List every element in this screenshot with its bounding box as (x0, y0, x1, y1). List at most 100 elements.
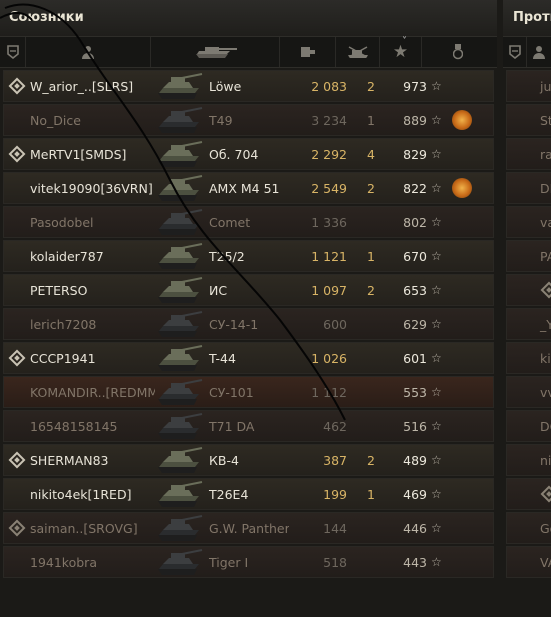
player-row[interactable]: SHERMAN83 КВ-4 387 2 489 ☆ (3, 444, 494, 476)
clan-emblem-slot (4, 451, 30, 469)
enemy-player-row[interactable] (506, 478, 551, 510)
player-row[interactable]: No_Dice T49 3 234 1 889 ☆ (3, 104, 494, 136)
player-row[interactable]: kolaider787 T25/2 1 121 1 670 ☆ (3, 240, 494, 272)
xp-value: 443 (403, 554, 427, 570)
xp-value: 516 (403, 418, 427, 434)
vehicle-icon (155, 513, 203, 543)
xp-value: 601 (403, 350, 427, 366)
frags-value: 2 (367, 78, 375, 94)
frags-icon[interactable] (336, 37, 380, 67)
player-row[interactable]: lerich7208 СУ-14-1 600 629 ☆ (3, 308, 494, 340)
medal-icon[interactable] (449, 107, 475, 133)
xp-star-icon: ☆ (431, 521, 442, 535)
vehicle-icon (155, 71, 203, 101)
xp-value: 829 (403, 146, 427, 162)
enemy-player-row[interactable]: vv (506, 376, 551, 408)
vehicle-name: ИС (209, 282, 228, 298)
damage-value: 518 (323, 554, 347, 570)
xp-value: 802 (403, 214, 427, 230)
enemy-player-row[interactable]: nik (506, 444, 551, 476)
enemy-player-row[interactable]: _Y (506, 308, 551, 340)
allies-title: Союзники (0, 0, 497, 36)
enemy-player-row[interactable]: St (506, 104, 551, 136)
enemy-player-row[interactable]: PA (506, 240, 551, 272)
damage-value: 2 083 (311, 78, 347, 94)
enemy-player-icon[interactable] (527, 37, 551, 67)
player-row[interactable]: W_arior_..[SLRS] Löwe 2 083 2 973 ☆ (3, 70, 494, 102)
damage-value: 2 292 (311, 146, 347, 162)
clan-emblem-icon (540, 281, 551, 299)
player-name: lerich7208 (30, 316, 97, 332)
player-row[interactable]: 1941kobra Tiger I 518 443 ☆ (3, 546, 494, 578)
enemy-player-name: St (540, 112, 551, 128)
enemy-player-row[interactable]: rah (506, 138, 551, 170)
xp-star-icon: ☆ (431, 113, 442, 127)
enemy-player-row[interactable]: DI (506, 172, 551, 204)
damage-value: 144 (323, 520, 347, 536)
player-row[interactable]: KOMANDIR..[REDMM] СУ-101 1 112 553 ☆ (3, 376, 494, 408)
clan-emblem-icon (540, 485, 551, 503)
medal-icon[interactable] (449, 175, 475, 201)
enemy-player-name: Go (540, 520, 551, 536)
player-row[interactable]: Pasodobel Comet 1 336 802 ☆ (3, 206, 494, 238)
enemy-player-row[interactable]: Go (506, 512, 551, 544)
xp-star-icon: ☆ (431, 249, 442, 263)
player-name: nikito4ek[1RED] (30, 486, 132, 502)
medal-slot (447, 175, 477, 201)
clan-emblem-slot (536, 485, 551, 503)
medal-header-icon[interactable] (422, 37, 494, 67)
vehicle-name: Löwe (209, 78, 242, 94)
damage-value: 1 112 (311, 384, 347, 400)
clan-emblem-icon (8, 77, 26, 95)
xp-star-icon: ☆ (431, 453, 442, 467)
clan-emblem-slot (4, 349, 30, 367)
vehicle-icon (155, 411, 203, 441)
player-name: W_arior_..[SLRS] (30, 78, 134, 94)
tank-icon[interactable] (151, 37, 280, 67)
clan-emblem-icon (8, 349, 26, 367)
player-icon[interactable] (26, 37, 151, 67)
enemies-panel: Проти ju St rah DI va PA _Ykir vv DG nik Go VA (503, 0, 551, 582)
squad-icon[interactable] (0, 37, 26, 67)
vehicle-icon (155, 343, 203, 373)
player-row[interactable]: nikito4ek[1RED] T26E4 199 1 469 ☆ (3, 478, 494, 510)
player-row[interactable]: saiman..[SROVG] G.W. Panther 144 446 ☆ (3, 512, 494, 544)
enemy-player-row[interactable] (506, 274, 551, 306)
damage-value: 1 097 (311, 282, 347, 298)
vehicle-name: T25/2 (209, 248, 245, 264)
player-name: PETERSO (30, 282, 88, 298)
player-row[interactable]: CCCP1941 T-44 1 026 601 ☆ (3, 342, 494, 374)
frags-value: 2 (367, 180, 375, 196)
enemy-player-name: PA (540, 248, 551, 264)
player-name: kolaider787 (30, 248, 104, 264)
enemy-player-row[interactable]: kir (506, 342, 551, 374)
vehicle-name: T71 DA (209, 418, 255, 434)
xp-value: 889 (403, 112, 427, 128)
xp-star-icon: ☆ (431, 351, 442, 365)
vehicle-name: Comet (209, 214, 251, 230)
enemy-player-row[interactable]: VA (506, 546, 551, 578)
enemy-squad-icon[interactable] (503, 37, 528, 67)
xp-star-icon: ☆ (431, 147, 442, 161)
player-row[interactable]: MeRTV1[SMDS] Об. 704 2 292 4 829 ☆ (3, 138, 494, 170)
xp-sort-header[interactable]: ˅ ★ (380, 37, 422, 67)
player-row[interactable]: PETERSO ИС 1 097 2 653 ☆ (3, 274, 494, 306)
vehicle-name: T49 (209, 112, 233, 128)
enemy-player-row[interactable]: ju (506, 70, 551, 102)
clan-emblem-icon (8, 145, 26, 163)
enemy-player-row[interactable]: va (506, 206, 551, 238)
xp-value: 670 (403, 248, 427, 264)
frags-value: 1 (367, 248, 375, 264)
enemy-player-row[interactable]: DG (506, 410, 551, 442)
damage-value: 2 549 (311, 180, 347, 196)
xp-star-icon: ☆ (431, 419, 442, 433)
allies-list: W_arior_..[SLRS] Löwe 2 083 2 973 ☆ No_Dice T49… (0, 68, 497, 582)
damage-icon[interactable] (280, 37, 336, 67)
player-row[interactable]: vitek19090[36VRN] AMX M4 51 2 549 2 822 ☆ (3, 172, 494, 204)
player-row[interactable]: 16548158145 T71 DA 462 516 ☆ (3, 410, 494, 442)
xp-value: 446 (403, 520, 427, 536)
xp-star-icon: ☆ (431, 555, 442, 569)
vehicle-icon (155, 377, 203, 407)
damage-value: 3 234 (311, 112, 347, 128)
player-name: No_Dice (30, 112, 81, 128)
